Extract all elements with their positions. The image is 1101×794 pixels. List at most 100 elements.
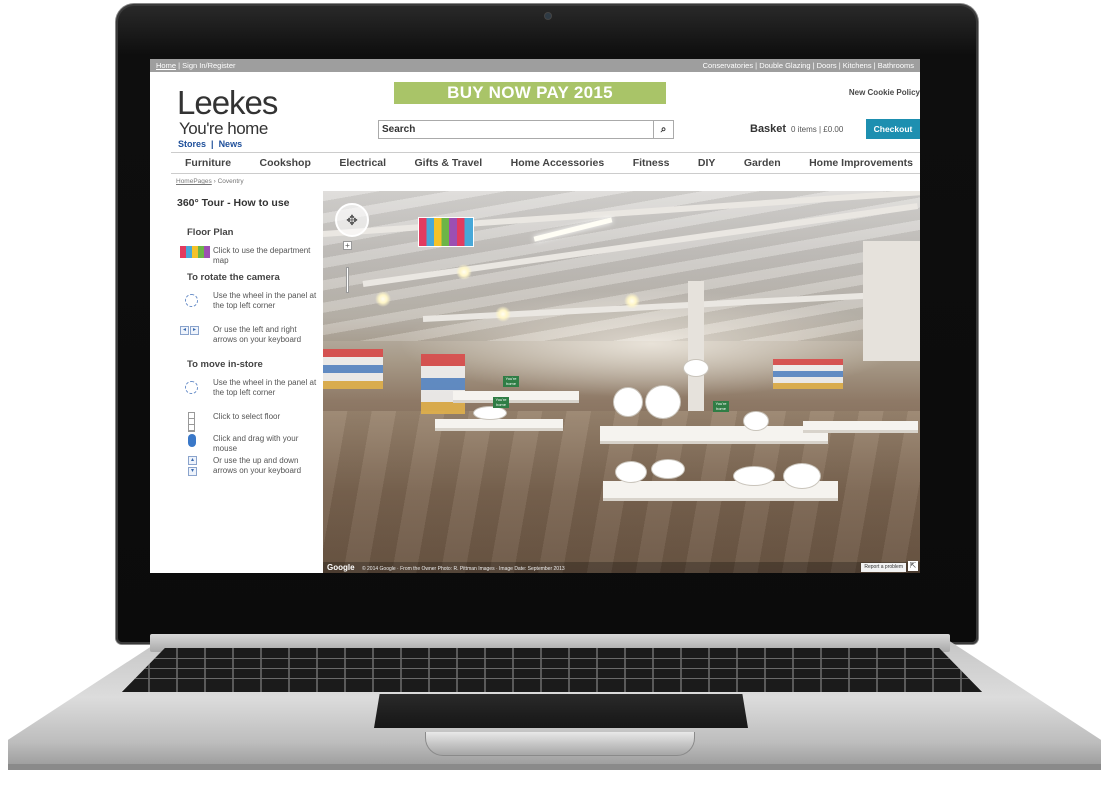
- promo-banner[interactable]: BUY NOW PAY 2015: [394, 82, 666, 104]
- rotate-wheel-row: Use the wheel in the panel at the top le…: [177, 291, 317, 325]
- youre-home-sign: You're home: [713, 401, 729, 412]
- tour-instructions: 360° Tour - How to use Floor Plan Click …: [177, 197, 317, 490]
- floor-plan-heading: Floor Plan: [187, 227, 234, 238]
- ceiling-spotlight: [456, 264, 472, 280]
- kitchens-link[interactable]: Kitchens: [843, 61, 872, 70]
- display-table: [435, 419, 563, 431]
- display-teapot: [783, 463, 821, 489]
- department-floor-map[interactable]: [418, 217, 474, 247]
- news-link[interactable]: News: [219, 139, 243, 149]
- drag-row: Click and drag with your mouse: [177, 434, 317, 456]
- bathrooms-link[interactable]: Bathrooms: [878, 61, 914, 70]
- display-cup: [683, 359, 709, 377]
- nav-furniture[interactable]: Furniture: [185, 153, 231, 173]
- display-table: [600, 426, 828, 444]
- nav-home-accessories[interactable]: Home Accessories: [511, 153, 605, 173]
- display-plate: [613, 387, 643, 417]
- move-heading: To move in-store: [187, 359, 263, 370]
- drag-text: Click and drag with your mouse: [213, 434, 299, 453]
- ceiling-spotlight: [624, 293, 640, 309]
- nav-diy[interactable]: DIY: [698, 153, 716, 173]
- floor-plan-text: Click to use the department map: [213, 246, 311, 265]
- move-arrows-row: ▴ ▾ Or use the up and down arrows on your…: [177, 456, 317, 490]
- display-plate: [733, 466, 775, 486]
- search-icon[interactable]: ⌕: [653, 121, 673, 138]
- panorama-viewer[interactable]: You're home You're home You're home ✥ + …: [323, 191, 920, 573]
- display-shelf: [773, 359, 843, 389]
- breadcrumb-home[interactable]: HomePages: [176, 178, 212, 185]
- compass-wheel-icon: [185, 294, 198, 307]
- screen: Home | Sign In/Register Conservatories |…: [150, 59, 920, 573]
- display-bowl: [651, 459, 685, 479]
- nav-home-improvements[interactable]: Home Improvements: [809, 153, 913, 173]
- webcam-icon: [545, 13, 551, 19]
- conservatories-link[interactable]: Conservatories: [703, 61, 753, 70]
- store-pillar: [688, 281, 704, 421]
- basket-label[interactable]: Basket: [750, 123, 786, 135]
- google-logo[interactable]: Google: [327, 563, 355, 572]
- nav-garden[interactable]: Garden: [744, 153, 781, 173]
- breadcrumb-current: Coventry: [217, 178, 244, 185]
- nav-fitness[interactable]: Fitness: [633, 153, 670, 173]
- left-right-arrow-keys-icon: ◂ ▸: [180, 326, 199, 335]
- display-shelf: [421, 354, 465, 414]
- nav-cookshop[interactable]: Cookshop: [260, 153, 311, 173]
- nav-electrical[interactable]: Electrical: [339, 153, 386, 173]
- logo-name[interactable]: Leekes: [177, 86, 278, 120]
- display-plate: [473, 406, 507, 420]
- search-input[interactable]: Search ⌕: [378, 120, 674, 139]
- floor-selector-icon: [188, 412, 195, 432]
- checkout-button[interactable]: Checkout: [866, 119, 920, 139]
- panorama-credits: Google © 2014 Google · From the Owner Ph…: [323, 562, 920, 573]
- move-wheel-row: Use the wheel in the panel at the top le…: [177, 378, 317, 412]
- main-nav: Furniture Cookshop Electrical Gifts & Tr…: [171, 152, 920, 174]
- up-down-arrow-keys-icon: ▴ ▾: [188, 456, 197, 476]
- expand-icon[interactable]: ⇱: [908, 561, 918, 571]
- ceiling-spotlight: [375, 291, 391, 307]
- floor-plan-icon[interactable]: [180, 246, 210, 258]
- site-header: Leekes You're home Stores | News BUY NOW…: [150, 72, 920, 152]
- credits-text: © 2014 Google · From the Owner Photo: R.…: [361, 566, 565, 572]
- stores-link[interactable]: Stores: [178, 139, 206, 149]
- display-plate: [645, 385, 681, 419]
- report-problem-link[interactable]: Report a problem: [861, 563, 906, 572]
- ceiling-spotlight: [495, 306, 511, 322]
- rotate-arrows-text: Or use the left and right arrows on your…: [213, 325, 302, 344]
- laptop-base-edge: [8, 764, 1101, 770]
- floor-select-text: Click to select floor: [213, 412, 281, 421]
- display-teapot: [615, 461, 647, 483]
- display-table: [803, 421, 918, 433]
- floor-level-slider[interactable]: [346, 267, 349, 293]
- zoom-in-button[interactable]: +: [343, 241, 352, 250]
- search-placeholder: Search: [382, 124, 416, 135]
- store-links: Stores | News: [178, 139, 243, 149]
- mouse-icon: [188, 434, 196, 447]
- floor-select-row: Click to select floor: [177, 412, 317, 434]
- rotate-heading: To rotate the camera: [187, 272, 280, 283]
- tour-title: 360° Tour - How to use: [177, 197, 290, 209]
- rotate-wheel-text: Use the wheel in the panel at the top le…: [213, 291, 317, 310]
- breadcrumb: HomePages › Coventry: [176, 178, 244, 185]
- basket-summary: 0 items | £0.00: [791, 125, 844, 134]
- nav-gifts-travel[interactable]: Gifts & Travel: [415, 153, 483, 173]
- display-cup: [743, 411, 769, 431]
- compass-wheel-icon: [185, 381, 198, 394]
- display-table: [453, 391, 579, 403]
- trackpad: [374, 694, 748, 728]
- keyboard: [122, 648, 982, 692]
- move-wheel-text: Use the wheel in the panel at the top le…: [213, 378, 317, 397]
- display-shelf: [323, 349, 383, 389]
- youre-home-sign: You're home: [493, 397, 509, 408]
- doors-link[interactable]: Doors: [817, 61, 837, 70]
- move-arrows-text: Or use the up and down arrows on your ke…: [213, 456, 302, 475]
- cookie-policy-link[interactable]: New Cookie Policy: [849, 88, 920, 97]
- double-glazing-link[interactable]: Double Glazing: [759, 61, 810, 70]
- floor-plan-row[interactable]: Click to use the department map: [177, 246, 317, 272]
- youre-home-sign: You're home: [503, 376, 519, 387]
- logo-tagline: You're home: [179, 119, 268, 138]
- pan-compass-control[interactable]: ✥: [335, 203, 369, 237]
- sign-in-link[interactable]: Sign In/Register: [182, 61, 235, 70]
- rotate-arrows-row: ◂ ▸ Or use the left and right arrows on y…: [177, 325, 317, 359]
- store-wall: [863, 241, 920, 361]
- home-link[interactable]: Home: [156, 61, 176, 70]
